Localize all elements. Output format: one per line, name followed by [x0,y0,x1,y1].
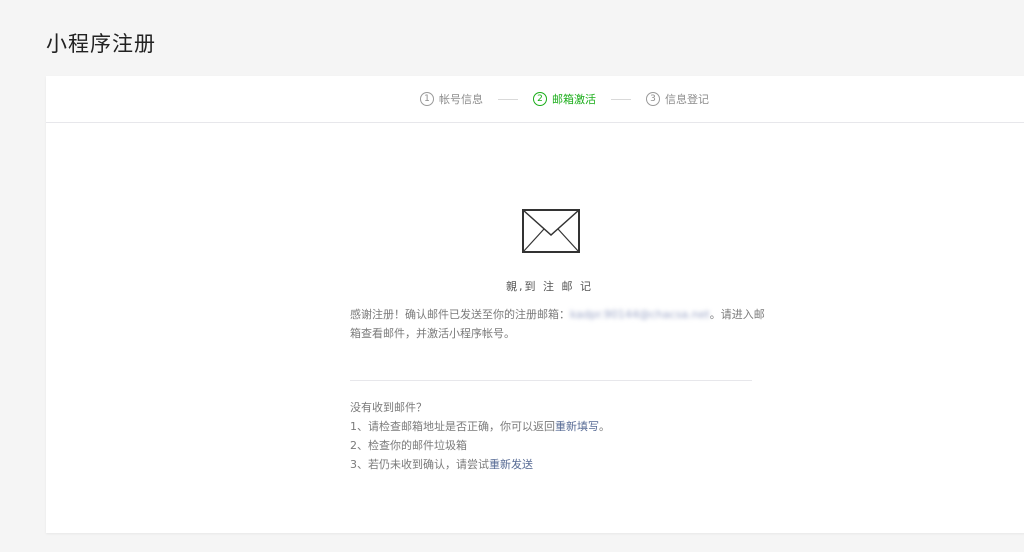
step-account-info: 1 帐号信息 [420,91,483,107]
message-prefix: 感谢注册！确认邮件已发送至你的注册邮箱： [350,308,570,321]
step-separator [498,98,518,100]
help-title: 没有收到邮件？ [350,401,427,414]
resend-link[interactable]: 重新发送 [489,458,533,471]
help-line-1-end: 。 [599,420,610,433]
step-label: 帐号信息 [439,93,483,106]
step-email-activation: 2 邮箱激活 [533,91,596,107]
registered-email: kadpr.90144@chacsa.net [570,308,710,321]
divider [350,380,752,381]
envelope-icon [522,209,580,253]
step-separator [611,98,631,100]
help-section: 没有收到邮件？ 1、请检查邮箱地址是否正确，你可以返回重新填写。 2、检查你的邮… [350,398,770,474]
help-line-2: 2、检查你的邮件垃圾箱 [350,439,467,452]
help-line-1-text: 1、请检查邮箱地址是否正确，你可以返回 [350,420,555,433]
step-number: 1 [420,92,434,106]
registration-card: 1 帐号信息 2 邮箱激活 3 信息登记 親,到 注 邮 记 感谢注册！确认邮件… [46,76,1024,533]
greeting-text: 親,到 注 邮 记 [506,280,593,293]
refill-link[interactable]: 重新填写 [555,420,599,433]
step-label: 邮箱激活 [552,93,596,106]
help-line-3: 3、若仍未收到确认，请尝试重新发送 [350,455,770,474]
page-title: 小程序注册 [46,32,156,56]
help-line-3-text: 3、若仍未收到确认，请尝试 [350,458,489,471]
help-line-1: 1、请检查邮箱地址是否正确，你可以返回重新填写。 [350,417,770,436]
confirmation-message: 感谢注册！确认邮件已发送至你的注册邮箱：kadpr.90144@chacsa.n… [350,305,770,343]
step-number: 2 [533,92,547,106]
step-indicator: 1 帐号信息 2 邮箱激活 3 信息登记 [46,76,1024,123]
step-info-registration: 3 信息登记 [646,91,709,107]
step-number: 3 [646,92,660,106]
step-label: 信息登记 [665,93,709,106]
